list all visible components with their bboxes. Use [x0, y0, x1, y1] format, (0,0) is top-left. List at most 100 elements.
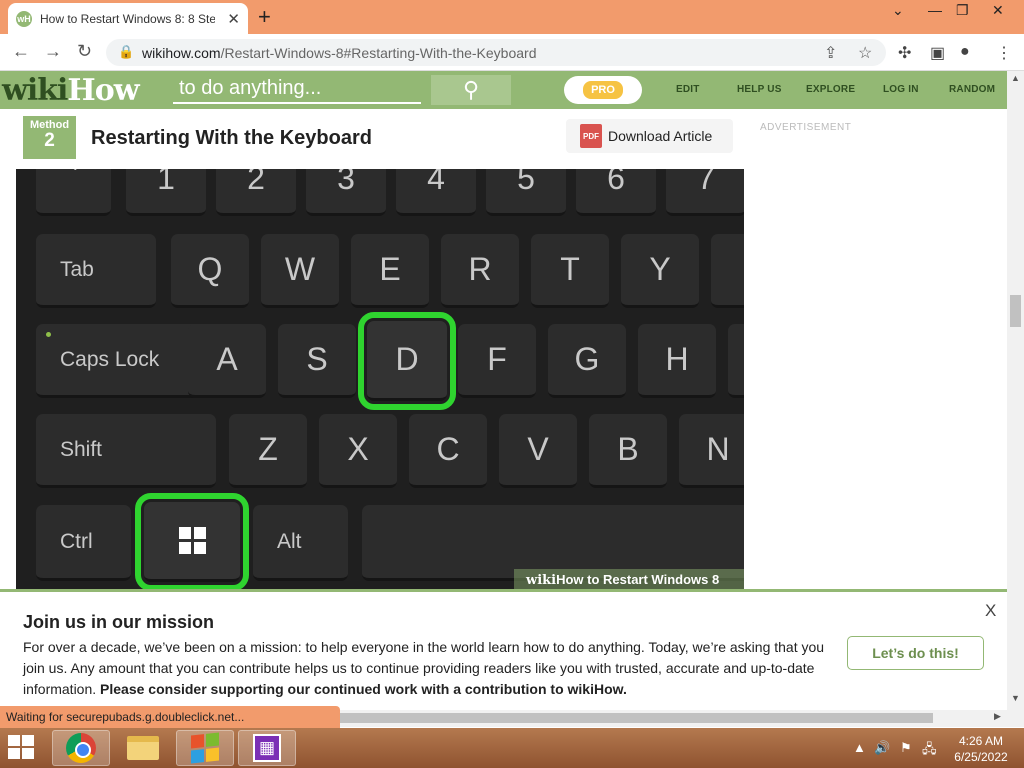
search-icon[interactable]: ⚲ [431, 75, 511, 105]
clock-time: 4:26 AM [958, 734, 1004, 748]
key-t: T [531, 234, 609, 308]
key-tab: Tab [36, 234, 156, 308]
key-6: 6 [576, 169, 656, 216]
taskbar-purple-app[interactable]: ▦ [238, 730, 296, 766]
extensions-puzzle-icon[interactable]: ✣ [898, 43, 911, 63]
pdf-icon: PDF [580, 124, 602, 148]
scroll-down-arrow-icon[interactable]: ▼ [1011, 693, 1020, 703]
taskbar-windows-app[interactable] [176, 730, 234, 766]
volume-icon[interactable]: 🔊 [874, 740, 890, 756]
vertical-scrollbar-thumb[interactable] [1010, 295, 1021, 327]
key-e: E [351, 234, 429, 308]
wikihow-logo[interactable]: wikiHow [2, 73, 140, 108]
key-j [728, 324, 744, 398]
new-tab-icon[interactable]: + [258, 4, 271, 30]
method-number: 2 [44, 130, 55, 151]
key-alt: Alt [253, 505, 348, 581]
nav-explore[interactable]: EXPLORE [806, 84, 855, 95]
key-s: S [278, 324, 356, 398]
browser-toolbar: ← → ↻ 🔒 wikihow.com/Restart-Windows-8#Re… [0, 34, 1024, 71]
key-shift: Shift [36, 414, 216, 488]
key-2: 2 [216, 169, 296, 216]
key-g: G [548, 324, 626, 398]
vertical-scrollbar[interactable]: ▲ ▼ [1007, 71, 1024, 727]
action-center-flag-icon[interactable]: ⚑ [900, 740, 912, 756]
method-heading: Method 2 Restarting With the Keyboard PD… [16, 109, 744, 169]
close-icon[interactable]: X [985, 601, 996, 621]
nav-log-in[interactable]: LOG IN [883, 84, 919, 95]
image-watermark: wikiHow to Restart Windows 8 [514, 569, 744, 589]
forward-arrow-icon[interactable]: → [44, 41, 62, 62]
key-h: H [638, 324, 716, 398]
key-x: X [319, 414, 397, 488]
advertisement-column: ADVERTISEMENT [744, 109, 1007, 589]
key-windows-highlighted [135, 493, 249, 589]
mission-title: Join us in our mission [23, 612, 215, 632]
scroll-up-arrow-icon[interactable]: ▲ [1011, 73, 1020, 83]
network-icon[interactable]: 🖧 [922, 740, 937, 762]
key-w: W [261, 234, 339, 308]
nav-random[interactable]: RANDOM [949, 84, 995, 95]
key-1: 1 [126, 169, 206, 216]
side-panel-icon[interactable]: ▣ [930, 43, 945, 63]
key-n: N [679, 414, 744, 488]
menu-kebab-icon[interactable]: ⋮ [996, 43, 1012, 63]
key-q: Q [171, 234, 249, 308]
download-article-label: Download Article [608, 128, 713, 144]
horizontal-scrollbar-thumb[interactable] [340, 713, 933, 723]
nav-edit[interactable]: EDIT [676, 84, 700, 95]
key-u [711, 234, 744, 308]
key-ctrl: Ctrl [36, 505, 131, 581]
tab-close-icon[interactable]: ✕ [227, 10, 240, 28]
pro-button[interactable]: PRO [564, 76, 642, 104]
address-bar[interactable]: 🔒 wikihow.com/Restart-Windows-8#Restarti… [106, 39, 886, 66]
key-b: B [589, 414, 667, 488]
taskbar-chrome[interactable] [52, 730, 110, 766]
download-article-button[interactable]: PDF Download Article [566, 119, 733, 153]
key-f: F [458, 324, 536, 398]
tab-search-chevron-icon[interactable]: ⌄ [892, 2, 904, 19]
key-c: C [409, 414, 487, 488]
scroll-right-arrow-icon[interactable]: ▶ [994, 711, 1001, 722]
key-a: A [188, 324, 266, 398]
caps-lock-led [46, 332, 51, 337]
reload-icon[interactable]: ↻ [77, 41, 92, 62]
tray-expand-icon[interactable]: ▲ [853, 740, 866, 755]
restore-icon[interactable]: ❐ [956, 2, 969, 19]
search-input[interactable]: to do anything... [173, 77, 421, 104]
windows-flag-icon [191, 732, 219, 764]
mission-banner: Join us in our mission For over a decade… [0, 589, 1007, 709]
system-clock[interactable]: 4:26 AM 6/25/2022 [950, 733, 1012, 765]
method-title: Restarting With the Keyboard [91, 127, 372, 149]
pro-badge: PRO [583, 81, 623, 99]
taskbar-file-explorer[interactable] [114, 730, 172, 766]
advertisement-label: ADVERTISEMENT [760, 122, 852, 133]
wikihow-favicon-icon: wH [16, 10, 32, 27]
mission-body: For over a decade, we’ve been on a missi… [23, 639, 825, 697]
browser-tab-strip: wH How to Restart Windows 8: 8 Ste ✕ + ⌄… [0, 0, 1024, 34]
share-icon[interactable]: ⇪ [824, 43, 837, 63]
close-window-icon[interactable]: ✕ [992, 2, 1004, 19]
profile-avatar-icon[interactable]: ● [960, 43, 970, 61]
folder-icon [127, 736, 159, 760]
key-4: 4 [396, 169, 476, 216]
windows-taskbar: ▦ ▲ 🔊 ⚑ 🖧 4:26 AM 6/25/2022 [0, 728, 1024, 768]
chrome-icon [66, 733, 96, 763]
url-text: wikihow.com/Restart-Windows-8#Restarting… [142, 45, 537, 61]
lock-icon: 🔒 [118, 44, 135, 59]
keyboard-illustration: ` 1 2 3 4 5 6 7 Tab Q W E R T Y Caps Loc… [16, 169, 744, 589]
nav-help-us[interactable]: HELP US [737, 84, 782, 95]
start-button-icon[interactable] [8, 735, 34, 759]
key-d-highlighted: D [358, 312, 456, 410]
tab-title: How to Restart Windows 8: 8 Ste [40, 11, 215, 26]
key-3: 3 [306, 169, 386, 216]
lets-do-this-button[interactable]: Let’s do this! [847, 636, 984, 670]
minimize-icon[interactable]: — [928, 2, 942, 18]
key-r: R [441, 234, 519, 308]
back-arrow-icon[interactable]: ← [12, 41, 30, 62]
key-z: Z [229, 414, 307, 488]
key-7: 7 [666, 169, 744, 216]
bookmark-star-icon[interactable]: ☆ [858, 43, 872, 63]
browser-tab[interactable]: wH How to Restart Windows 8: 8 Ste ✕ [8, 3, 248, 34]
clock-date: 6/25/2022 [954, 750, 1008, 764]
